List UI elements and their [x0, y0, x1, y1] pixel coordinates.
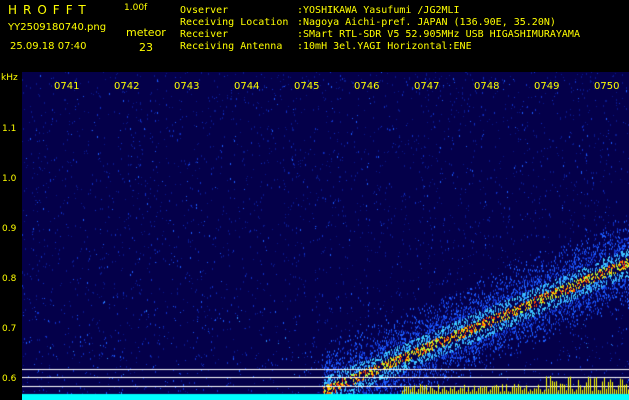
- header-panel: HROFFT 1.00f YY2509180740.png meteor 25.…: [0, 0, 629, 70]
- observer-key: Ovserver: [180, 5, 229, 16]
- mode-label: meteor: [126, 26, 166, 39]
- y-axis-unit: kHz: [1, 73, 18, 83]
- location-key: Receiving Location: [180, 17, 289, 28]
- y-tick-label: 0.7: [2, 324, 17, 334]
- file-name: YY2509180740.png: [8, 22, 107, 33]
- app-version: 1.00f: [124, 3, 148, 13]
- antenna-value: :10mH 3el.YAGI Horizontal:ENE: [297, 41, 472, 52]
- y-tick-label: 1.0: [2, 174, 17, 184]
- y-tick-label: 0.8: [2, 274, 17, 284]
- x-tick-label: 0746: [354, 81, 380, 92]
- x-tick-label: 0748: [474, 81, 500, 92]
- x-tick-label: 0750: [594, 81, 620, 92]
- location-value: :Nagoya Aichi-pref. JAPAN (136.90E, 35.2…: [297, 17, 556, 28]
- app-name: HROFFT: [8, 3, 92, 17]
- y-tick-label: 0.6: [2, 374, 17, 384]
- antenna-key: Receiving Antenna: [180, 41, 283, 52]
- x-tick-label: 0745: [294, 81, 320, 92]
- date-time: 25.09.18 07:40: [10, 41, 87, 52]
- y-tick-label: 1.1: [2, 124, 17, 134]
- receiver-key: Receiver: [180, 29, 229, 40]
- x-tick-label: 0742: [114, 81, 140, 92]
- x-tick-label: 0744: [234, 81, 260, 92]
- spectrogram-canvas: [22, 72, 629, 400]
- receiver-value: :SMart RTL-SDR V5 52.905MHz USB HIGASHIM…: [297, 29, 580, 40]
- spectrogram-plot: [22, 72, 629, 400]
- meteor-count: 23: [139, 41, 153, 54]
- y-tick-label: 0.9: [2, 224, 17, 234]
- x-tick-label: 0743: [174, 81, 200, 92]
- x-tick-label: 0749: [534, 81, 560, 92]
- x-tick-label: 0747: [414, 81, 440, 92]
- observer-value: :YOSHIKAWA Yasufumi /JG2MLI: [297, 5, 460, 16]
- x-tick-label: 0741: [54, 81, 80, 92]
